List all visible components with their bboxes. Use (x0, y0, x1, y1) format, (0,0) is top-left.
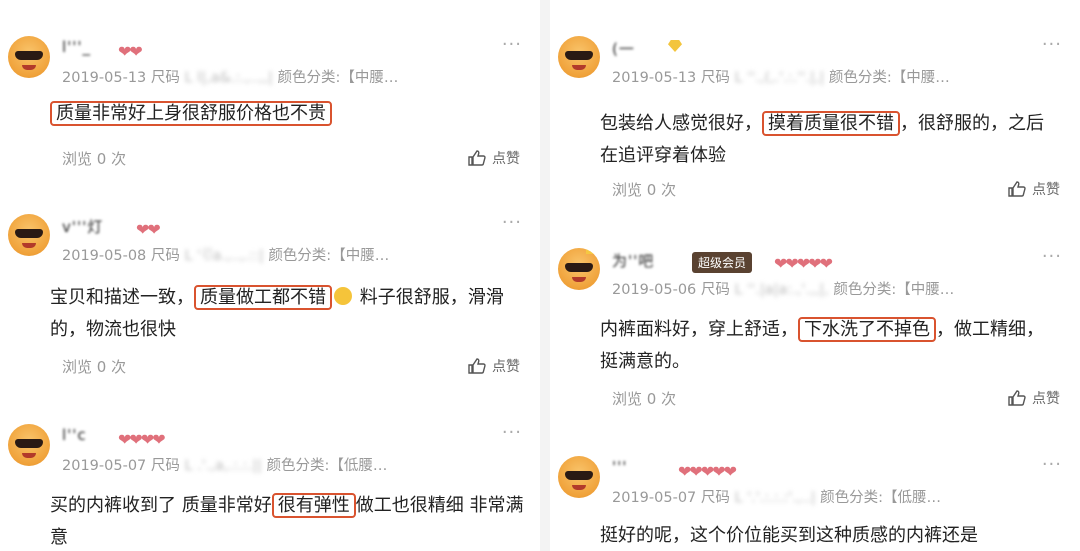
view-count: 浏览 0 次 (62, 358, 127, 376)
color-label: 颜色分类:【低腰… (820, 490, 942, 506)
size-value: L ''.|a|a:.,'.,,|, (734, 282, 829, 298)
heart-level-icon: ❤❤ (118, 42, 143, 61)
review-date: 2019-05-07 (62, 458, 147, 474)
size-label: 尺码 (150, 70, 180, 86)
thumbs-up-icon (468, 358, 486, 374)
like-button[interactable]: 点赞 (468, 148, 520, 168)
more-dots-icon[interactable]: ··· (502, 212, 522, 233)
avatar[interactable] (558, 248, 600, 290)
review-content: 买的内裤收到了 质量非常好 很有弹性 做工也很精细 非常满意 (50, 493, 524, 548)
review-content: 宝贝和描述一致， 质量做工都不错 料子很舒服，滑滑的，物流也很快 (50, 285, 504, 340)
like-button[interactable]: 点赞 (1008, 388, 1060, 408)
reviewer-name[interactable]: l''c (62, 426, 87, 444)
color-label: 颜色分类:【中腰… (277, 70, 399, 86)
smile-emoji-icon (334, 287, 352, 305)
size-value: L l|,a&.:.,..,,| (184, 70, 273, 86)
heart-level-icon: ❤❤❤❤❤ (774, 254, 833, 273)
review-date: 2019-05-08 (62, 248, 147, 264)
size-value: L .'.,a,.:.:.|| (184, 458, 262, 474)
more-dots-icon[interactable]: ··· (1042, 246, 1062, 267)
color-label: 颜色分类:【中腰… (833, 282, 955, 298)
highlight-box: 很有弹性 (271, 493, 356, 518)
review-date: 2019-05-13 (612, 70, 697, 86)
color-label: 颜色分类:【中腰… (828, 70, 950, 86)
avatar[interactable] (8, 424, 50, 466)
column-divider (540, 0, 550, 551)
heart-level-icon: ❤❤❤❤❤ (678, 462, 737, 481)
reviewer-name[interactable]: v'''灯 (62, 216, 103, 237)
review-meta: 2019-05-13 尺码 L l|,a&.:.,..,,| 颜色分类:【中腰… (62, 66, 398, 87)
size-value: L 'ꀀa.,..,.::| (184, 248, 264, 264)
highlight-box: 质量非常好上身很舒服价格也不贵 (50, 101, 332, 126)
view-count: 浏览 0 次 (612, 181, 677, 199)
review-meta: 2019-05-07 尺码 L .'.,a,.:.:.|| 颜色分类:【低腰… (62, 454, 387, 475)
review-content: 内裤面料好，穿上舒适， 下水洗了不掉色 ，做工精细，挺满意的。 (600, 317, 1044, 372)
color-label: 颜色分类:【低腰… (266, 458, 388, 474)
super-member-badge: 超级会员 (692, 252, 753, 273)
color-label: 颜色分类:【中腰… (268, 248, 390, 264)
avatar[interactable] (558, 456, 600, 498)
reviewer-name[interactable]: l'''_ (62, 38, 91, 56)
more-dots-icon[interactable]: ··· (1042, 34, 1062, 55)
like-button[interactable]: 点赞 (1008, 179, 1060, 199)
thumbs-up-icon (1008, 390, 1026, 406)
highlight-box: 质量做工都不错 (194, 285, 332, 310)
reviewer-name[interactable]: (一 (612, 38, 635, 59)
size-label: 尺码 (700, 70, 730, 86)
review-date: 2019-05-07 (612, 490, 697, 506)
more-dots-icon[interactable]: ··· (502, 34, 522, 55)
size-label: 尺码 (700, 282, 730, 298)
right-column: (一 ··· 2019-05-13 尺码 L ''.,(,.'.:.''.|,|… (550, 0, 1080, 551)
review-meta: 2019-05-08 尺码 L 'ꀀa.,..,.::| 颜色分类:【中腰… (62, 244, 389, 265)
size-label: 尺码 (150, 458, 180, 474)
heart-level-icon: ❤❤❤❤ (118, 430, 166, 449)
avatar[interactable] (558, 36, 600, 78)
review-content: 挺好的呢，这个价位能买到这种质感的内裤还是 (600, 525, 978, 546)
like-button[interactable]: 点赞 (468, 356, 520, 376)
size-label: 尺码 (700, 490, 730, 506)
more-dots-icon[interactable]: ··· (502, 422, 522, 443)
size-value: L ''.,(,.'.:.''.|,| (734, 70, 825, 86)
review-meta: 2019-05-13 尺码 L ''.,(,.'.:.''.|,| 颜色分类:【… (612, 66, 950, 87)
avatar[interactable] (8, 214, 50, 256)
thumbs-up-icon (468, 150, 486, 166)
left-column: l'''_ ❤❤ ··· 2019-05-13 尺码 L l|,a&.:.,..… (0, 0, 540, 551)
review-content: 包装给人感觉很好， 摸着质量很不错 ，很舒服的，之后在追评穿着体验 (600, 111, 1044, 166)
highlight-box: 摸着质量很不错 (762, 111, 900, 136)
review-meta: 2019-05-06 尺码 L ''.|a|a:.,'.,,|, 颜色分类:【中… (612, 278, 954, 299)
review-date: 2019-05-06 (612, 282, 697, 298)
size-value: L '.'.:.:.:'.,..| (734, 490, 816, 506)
highlight-box: 下水洗了不掉色 (798, 317, 936, 342)
view-count: 浏览 0 次 (612, 390, 677, 408)
review-meta: 2019-05-07 尺码 L '.'.:.:.:'.,..| 颜色分类:【低腰… (612, 486, 941, 507)
review-content: 质量非常好上身很舒服价格也不贵 (50, 98, 530, 130)
thumbs-up-icon (1008, 181, 1026, 197)
heart-level-icon: ❤❤ (136, 220, 161, 239)
reviewer-name[interactable]: ''' (612, 458, 627, 476)
gem-icon (668, 40, 682, 52)
view-count: 浏览 0 次 (62, 150, 127, 168)
avatar[interactable] (8, 36, 50, 78)
more-dots-icon[interactable]: ··· (1042, 454, 1062, 475)
reviewer-name[interactable]: 为''吧 (612, 250, 654, 271)
size-label: 尺码 (150, 248, 180, 264)
review-date: 2019-05-13 (62, 70, 147, 86)
